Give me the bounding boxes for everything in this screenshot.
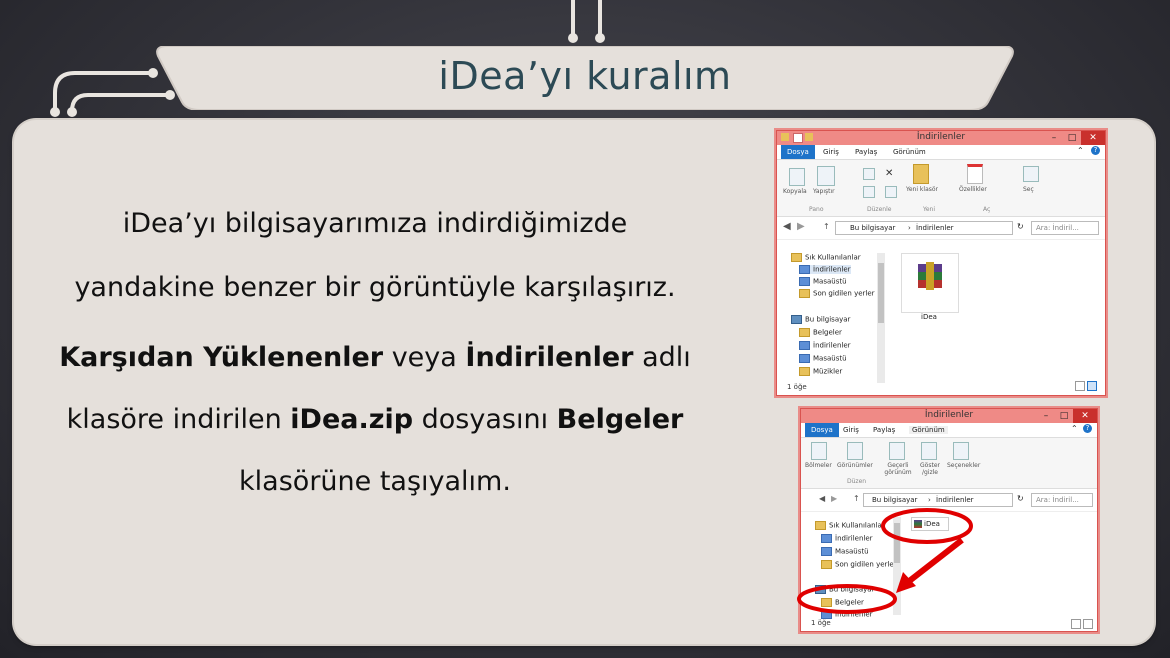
- drag-arrow-line: [906, 537, 964, 585]
- highlight-circle-file: [881, 508, 973, 544]
- highlight-circle-documents: [797, 584, 897, 614]
- drag-annotation: [797, 508, 973, 614]
